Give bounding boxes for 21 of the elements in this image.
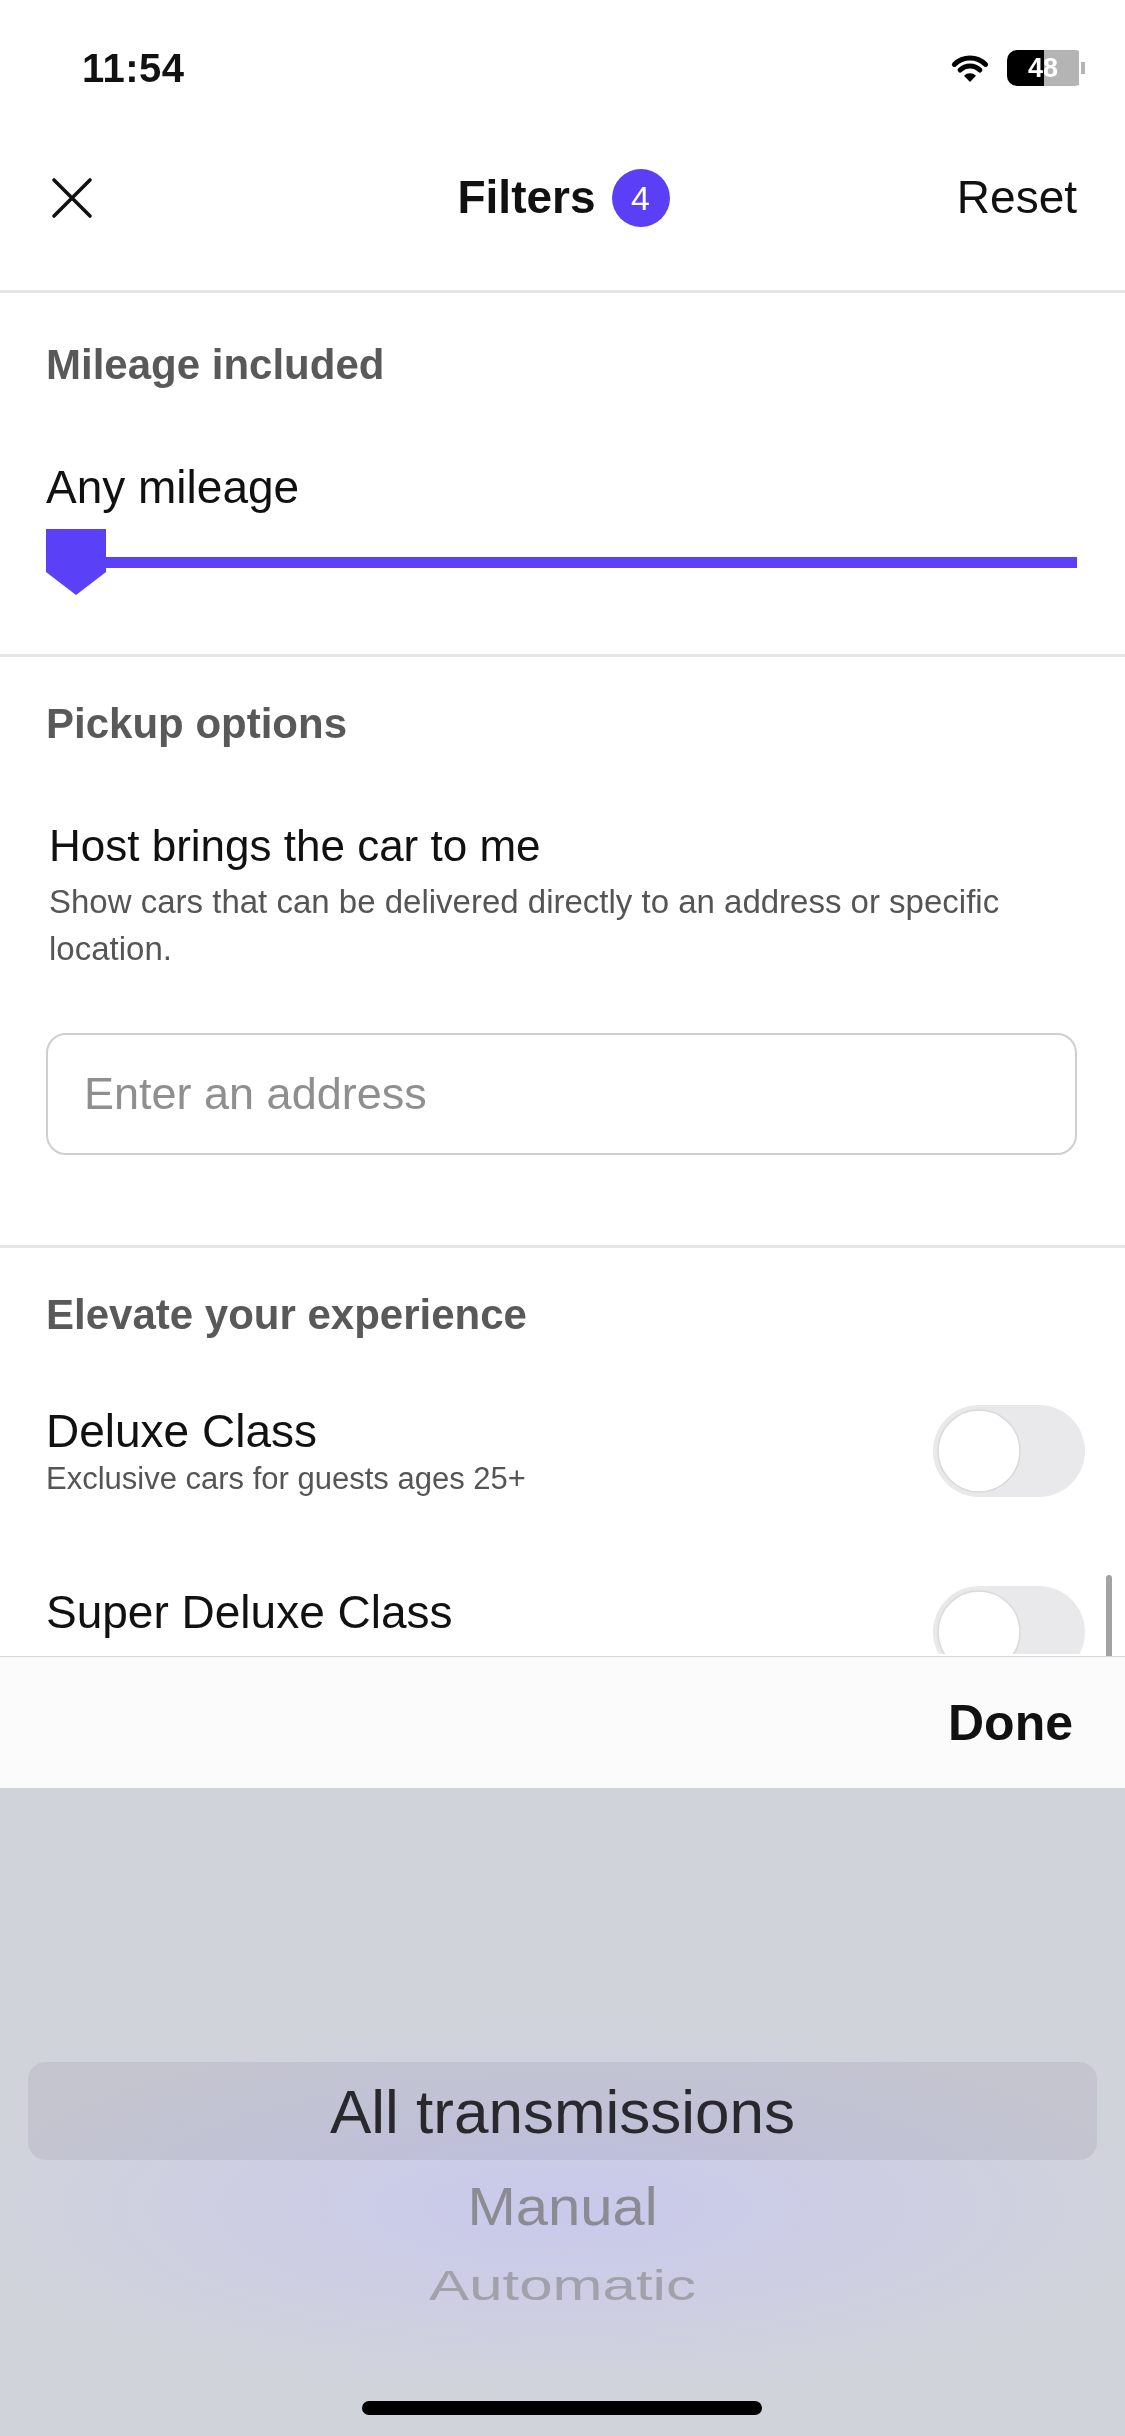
filter-count-badge: 4 <box>611 169 670 227</box>
status-time: 11:54 <box>82 45 185 92</box>
wifi-icon <box>949 52 991 84</box>
option-description: Exclusive cars for guests ages 25+ <box>46 1460 526 1498</box>
section-title: Elevate your experience <box>46 1290 528 1340</box>
section-title: Mileage included <box>46 340 386 390</box>
slider-value: Any mileage <box>46 460 301 515</box>
close-icon <box>50 176 94 220</box>
reset-button[interactable]: Reset <box>956 170 1077 226</box>
picker-option[interactable]: All transmissions <box>28 2062 1097 2160</box>
filters-title: Filters <box>457 170 596 226</box>
option-title: Super Deluxe Class <box>46 1585 453 1640</box>
option-title: Deluxe Class <box>46 1404 318 1459</box>
option-description: Show cars that can be delivered directly to an address or specific location. <box>48 882 1001 969</box>
section-title: Pickup options <box>46 699 348 749</box>
option-title: Host brings the car to me <box>48 820 542 872</box>
toggle-switch[interactable] <box>933 1586 1085 1654</box>
address-field[interactable]: Enter an address <box>46 1033 1077 1155</box>
slider-thumb[interactable] <box>46 529 106 595</box>
close-button[interactable] <box>50 176 94 220</box>
done-button[interactable]: Done <box>948 1692 1073 1753</box>
